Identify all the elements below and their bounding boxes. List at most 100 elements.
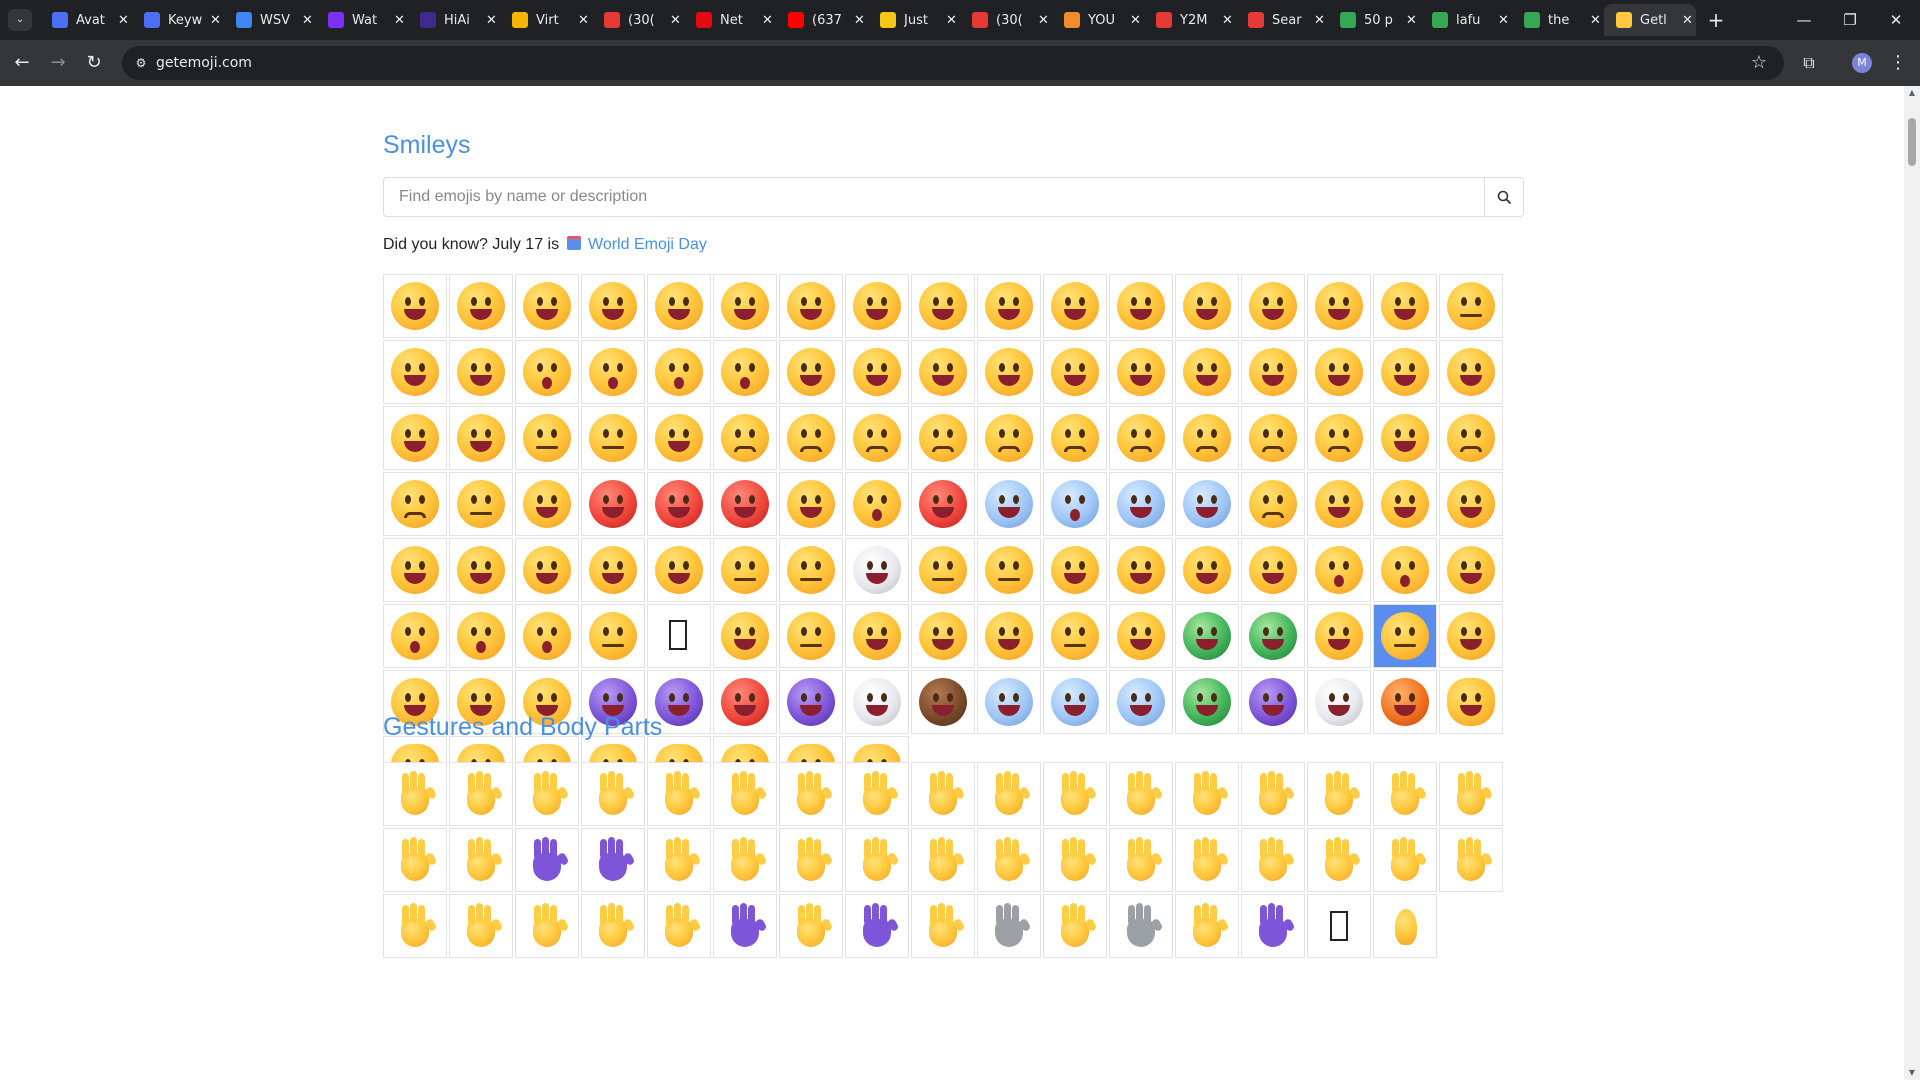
emoji-cell[interactable] [449,604,513,668]
emoji-cell[interactable] [1373,894,1437,958]
tab-close-icon[interactable]: ✕ [946,13,957,28]
browser-tab[interactable]: Keyw ✕ [132,4,224,36]
browser-tab[interactable]: Wat ✕ [316,4,408,36]
emoji-cell[interactable] [383,762,447,826]
emoji-cell[interactable] [911,340,975,404]
emoji-cell[interactable] [1241,472,1305,536]
emoji-cell[interactable] [383,340,447,404]
emoji-cell[interactable] [647,406,711,470]
emoji-cell[interactable] [977,472,1041,536]
emoji-cell[interactable] [845,828,909,892]
profile-avatar[interactable]: M [1852,53,1872,73]
scroll-thumb[interactable] [1908,118,1916,166]
emoji-cell[interactable] [977,762,1041,826]
scroll-down-arrow[interactable]: ▼ [1904,1066,1920,1080]
emoji-cell[interactable] [1241,762,1305,826]
emoji-cell[interactable] [1043,894,1107,958]
emoji-cell[interactable] [1043,604,1107,668]
browser-tab[interactable]: (637 ✕ [776,4,868,36]
emoji-cell[interactable] [845,604,909,668]
minimize-button[interactable]: — [1790,8,1818,32]
emoji-cell[interactable] [1241,340,1305,404]
browser-tab[interactable]: 50 p ✕ [1328,4,1420,36]
tab-close-icon[interactable]: ✕ [394,13,405,28]
emoji-cell[interactable] [1241,828,1305,892]
tab-close-icon[interactable]: ✕ [1130,13,1141,28]
emoji-cell[interactable] [1373,406,1437,470]
emoji-cell[interactable] [647,762,711,826]
tab-close-icon[interactable]: ✕ [762,13,773,28]
browser-tab[interactable]: WSV ✕ [224,4,316,36]
emoji-cell[interactable] [1043,472,1107,536]
emoji-cell[interactable] [1439,670,1503,734]
emoji-cell[interactable] [647,828,711,892]
emoji-cell[interactable] [911,472,975,536]
forward-button[interactable]: → [46,51,70,75]
emoji-cell[interactable] [845,894,909,958]
new-tab-button[interactable]: + [1704,8,1728,32]
emoji-cell[interactable] [845,762,909,826]
browser-menu-icon[interactable]: ⋮ [1886,51,1910,75]
emoji-cell[interactable] [713,472,777,536]
search-input[interactable] [384,178,1484,216]
browser-tab[interactable]: Virt ✕ [500,4,592,36]
emoji-cell[interactable] [1373,762,1437,826]
emoji-cell[interactable] [515,604,579,668]
url-text[interactable]: getemoji.com [156,54,252,72]
emoji-cell[interactable] [779,828,843,892]
extensions-icon[interactable]: ⧉ [1797,51,1821,75]
emoji-cell[interactable] [1241,604,1305,668]
tab-close-icon[interactable]: ✕ [1590,13,1601,28]
tab-close-icon[interactable]: ✕ [302,13,313,28]
emoji-cell[interactable] [1175,894,1239,958]
emoji-cell[interactable] [713,274,777,338]
emoji-cell[interactable] [1241,670,1305,734]
bookmark-star-icon[interactable]: ☆ [1748,52,1770,74]
emoji-cell[interactable] [1439,340,1503,404]
emoji-cell[interactable] [713,762,777,826]
emoji-cell[interactable] [1043,762,1107,826]
emoji-cell[interactable] [1439,604,1503,668]
emoji-cell[interactable] [977,406,1041,470]
browser-tab[interactable]: the ✕ [1512,4,1604,36]
emoji-cell[interactable] [581,472,645,536]
emoji-cell[interactable] [779,762,843,826]
emoji-cell[interactable] [713,538,777,602]
emoji-cell[interactable] [1373,670,1437,734]
emoji-cell[interactable] [1373,274,1437,338]
browser-tab[interactable]: Y2M ✕ [1144,4,1236,36]
browser-tab[interactable]: Sear ✕ [1236,4,1328,36]
emoji-cell[interactable] [1109,670,1173,734]
tab-close-icon[interactable]: ✕ [486,13,497,28]
emoji-cell[interactable] [1109,828,1173,892]
emoji-cell[interactable] [1175,406,1239,470]
emoji-cell[interactable] [1109,274,1173,338]
emoji-cell[interactable] [1307,340,1371,404]
emoji-cell[interactable] [713,670,777,734]
emoji-cell[interactable] [449,538,513,602]
browser-tab[interactable]: YOU ✕ [1052,4,1144,36]
emoji-cell[interactable] [845,670,909,734]
emoji-cell[interactable] [1307,894,1371,958]
emoji-cell[interactable] [1241,274,1305,338]
page-scrollbar[interactable]: ▲ ▼ [1904,86,1920,1080]
emoji-cell[interactable] [1175,762,1239,826]
emoji-cell[interactable] [1373,472,1437,536]
tab-close-icon[interactable]: ✕ [118,13,129,28]
emoji-cell[interactable] [383,604,447,668]
emoji-cell[interactable] [845,274,909,338]
tab-close-icon[interactable]: ✕ [1406,13,1417,28]
address-bar[interactable]: ⚙ getemoji.com ☆ [122,46,1784,80]
emoji-cell[interactable] [647,894,711,958]
browser-tab[interactable]: lafu ✕ [1420,4,1512,36]
tab-search-button[interactable]: ⌄ [8,9,32,31]
emoji-cell[interactable] [647,538,711,602]
emoji-cell[interactable] [1109,472,1173,536]
emoji-cell[interactable] [845,340,909,404]
emoji-cell[interactable] [977,670,1041,734]
emoji-cell[interactable] [1109,762,1173,826]
emoji-cell[interactable] [845,406,909,470]
emoji-cell[interactable] [581,828,645,892]
emoji-cell[interactable] [1043,406,1107,470]
emoji-cell[interactable] [779,340,843,404]
